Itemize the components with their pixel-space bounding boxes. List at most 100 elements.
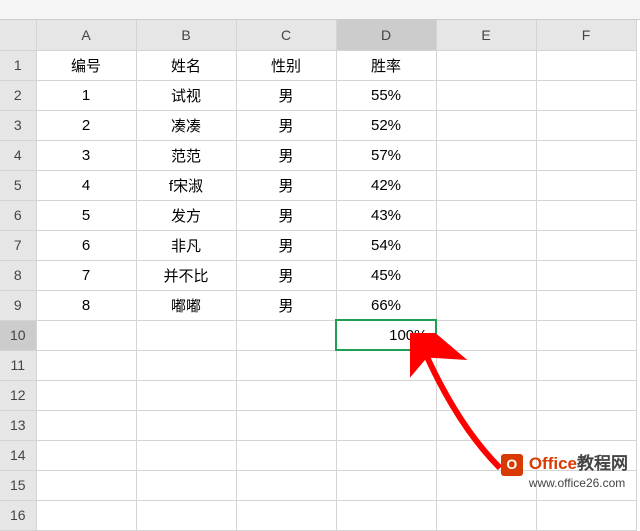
cell-F3[interactable] — [536, 110, 636, 140]
cell-F9[interactable] — [536, 290, 636, 320]
cell-C15[interactable] — [236, 470, 336, 500]
cell-B10[interactable] — [136, 320, 236, 350]
cell-C14[interactable] — [236, 440, 336, 470]
cell-B2[interactable]: 试视 — [136, 80, 236, 110]
cell-E5[interactable] — [436, 170, 536, 200]
cell-E7[interactable] — [436, 230, 536, 260]
col-header-A[interactable]: A — [36, 20, 136, 50]
cell-A15[interactable] — [36, 470, 136, 500]
select-all-corner[interactable] — [0, 20, 36, 50]
cell-D13[interactable] — [336, 410, 436, 440]
cell-D2[interactable]: 55% — [336, 80, 436, 110]
cell-E10[interactable] — [436, 320, 536, 350]
cell-F11[interactable] — [536, 350, 636, 380]
cell-B4[interactable]: 范范 — [136, 140, 236, 170]
cell-D5[interactable]: 42% — [336, 170, 436, 200]
cell-B5[interactable]: f宋淑 — [136, 170, 236, 200]
cell-E8[interactable] — [436, 260, 536, 290]
cell-C3[interactable]: 男 — [236, 110, 336, 140]
cell-D4[interactable]: 57% — [336, 140, 436, 170]
cell-C9[interactable]: 男 — [236, 290, 336, 320]
cell-F7[interactable] — [536, 230, 636, 260]
cell-E6[interactable] — [436, 200, 536, 230]
cell-E12[interactable] — [436, 380, 536, 410]
cell-F8[interactable] — [536, 260, 636, 290]
cell-A3[interactable]: 2 — [36, 110, 136, 140]
cell-A14[interactable] — [36, 440, 136, 470]
row-header-9[interactable]: 9 — [0, 290, 36, 320]
cell-D7[interactable]: 54% — [336, 230, 436, 260]
cell-C10[interactable] — [236, 320, 336, 350]
row-header-11[interactable]: 11 — [0, 350, 36, 380]
cell-A5[interactable]: 4 — [36, 170, 136, 200]
row-header-5[interactable]: 5 — [0, 170, 36, 200]
cell-A6[interactable]: 5 — [36, 200, 136, 230]
row-header-4[interactable]: 4 — [0, 140, 36, 170]
row-header-16[interactable]: 16 — [0, 500, 36, 530]
cell-C2[interactable]: 男 — [236, 80, 336, 110]
cell-D8[interactable]: 45% — [336, 260, 436, 290]
cell-D11[interactable] — [336, 350, 436, 380]
cell-C16[interactable] — [236, 500, 336, 530]
row-header-6[interactable]: 6 — [0, 200, 36, 230]
cell-E16[interactable] — [436, 500, 536, 530]
row-header-7[interactable]: 7 — [0, 230, 36, 260]
cell-E4[interactable] — [436, 140, 536, 170]
cell-B14[interactable] — [136, 440, 236, 470]
cell-E13[interactable] — [436, 410, 536, 440]
cell-B6[interactable]: 发方 — [136, 200, 236, 230]
cell-B8[interactable]: 并不比 — [136, 260, 236, 290]
cell-C6[interactable]: 男 — [236, 200, 336, 230]
cell-D12[interactable] — [336, 380, 436, 410]
cell-F16[interactable] — [536, 500, 636, 530]
cell-D9[interactable]: 66% — [336, 290, 436, 320]
col-header-C[interactable]: C — [236, 20, 336, 50]
cell-D10-selected[interactable]: 100% — [336, 320, 436, 350]
cell-F2[interactable] — [536, 80, 636, 110]
cell-A13[interactable] — [36, 410, 136, 440]
cell-E11[interactable] — [436, 350, 536, 380]
cell-D15[interactable] — [336, 470, 436, 500]
cell-B16[interactable] — [136, 500, 236, 530]
cell-D3[interactable]: 52% — [336, 110, 436, 140]
cell-C7[interactable]: 男 — [236, 230, 336, 260]
col-header-D[interactable]: D — [336, 20, 436, 50]
cell-B13[interactable] — [136, 410, 236, 440]
cell-B15[interactable] — [136, 470, 236, 500]
cell-B12[interactable] — [136, 380, 236, 410]
cell-C4[interactable]: 男 — [236, 140, 336, 170]
col-header-F[interactable]: F — [536, 20, 636, 50]
row-header-10[interactable]: 10 — [0, 320, 36, 350]
row-header-1[interactable]: 1 — [0, 50, 36, 80]
cell-B3[interactable]: 凑凑 — [136, 110, 236, 140]
cell-F4[interactable] — [536, 140, 636, 170]
row-header-14[interactable]: 14 — [0, 440, 36, 470]
cell-A7[interactable]: 6 — [36, 230, 136, 260]
cell-C11[interactable] — [236, 350, 336, 380]
col-header-E[interactable]: E — [436, 20, 536, 50]
cell-C5[interactable]: 男 — [236, 170, 336, 200]
cell-A9[interactable]: 8 — [36, 290, 136, 320]
cell-C12[interactable] — [236, 380, 336, 410]
cell-F1[interactable] — [536, 50, 636, 80]
cell-B7[interactable]: 非凡 — [136, 230, 236, 260]
cell-A10[interactable] — [36, 320, 136, 350]
cell-D14[interactable] — [336, 440, 436, 470]
cell-C1[interactable]: 性别 — [236, 50, 336, 80]
row-header-15[interactable]: 15 — [0, 470, 36, 500]
col-header-B[interactable]: B — [136, 20, 236, 50]
cell-D6[interactable]: 43% — [336, 200, 436, 230]
cell-E3[interactable] — [436, 110, 536, 140]
cell-B9[interactable]: 嘟嘟 — [136, 290, 236, 320]
row-header-2[interactable]: 2 — [0, 80, 36, 110]
cell-D1[interactable]: 胜率 — [336, 50, 436, 80]
cell-F6[interactable] — [536, 200, 636, 230]
cell-F10[interactable] — [536, 320, 636, 350]
cell-B1[interactable]: 姓名 — [136, 50, 236, 80]
cell-A1[interactable]: 编号 — [36, 50, 136, 80]
cell-A16[interactable] — [36, 500, 136, 530]
row-header-8[interactable]: 8 — [0, 260, 36, 290]
cell-E1[interactable] — [436, 50, 536, 80]
cell-F5[interactable] — [536, 170, 636, 200]
cell-B11[interactable] — [136, 350, 236, 380]
